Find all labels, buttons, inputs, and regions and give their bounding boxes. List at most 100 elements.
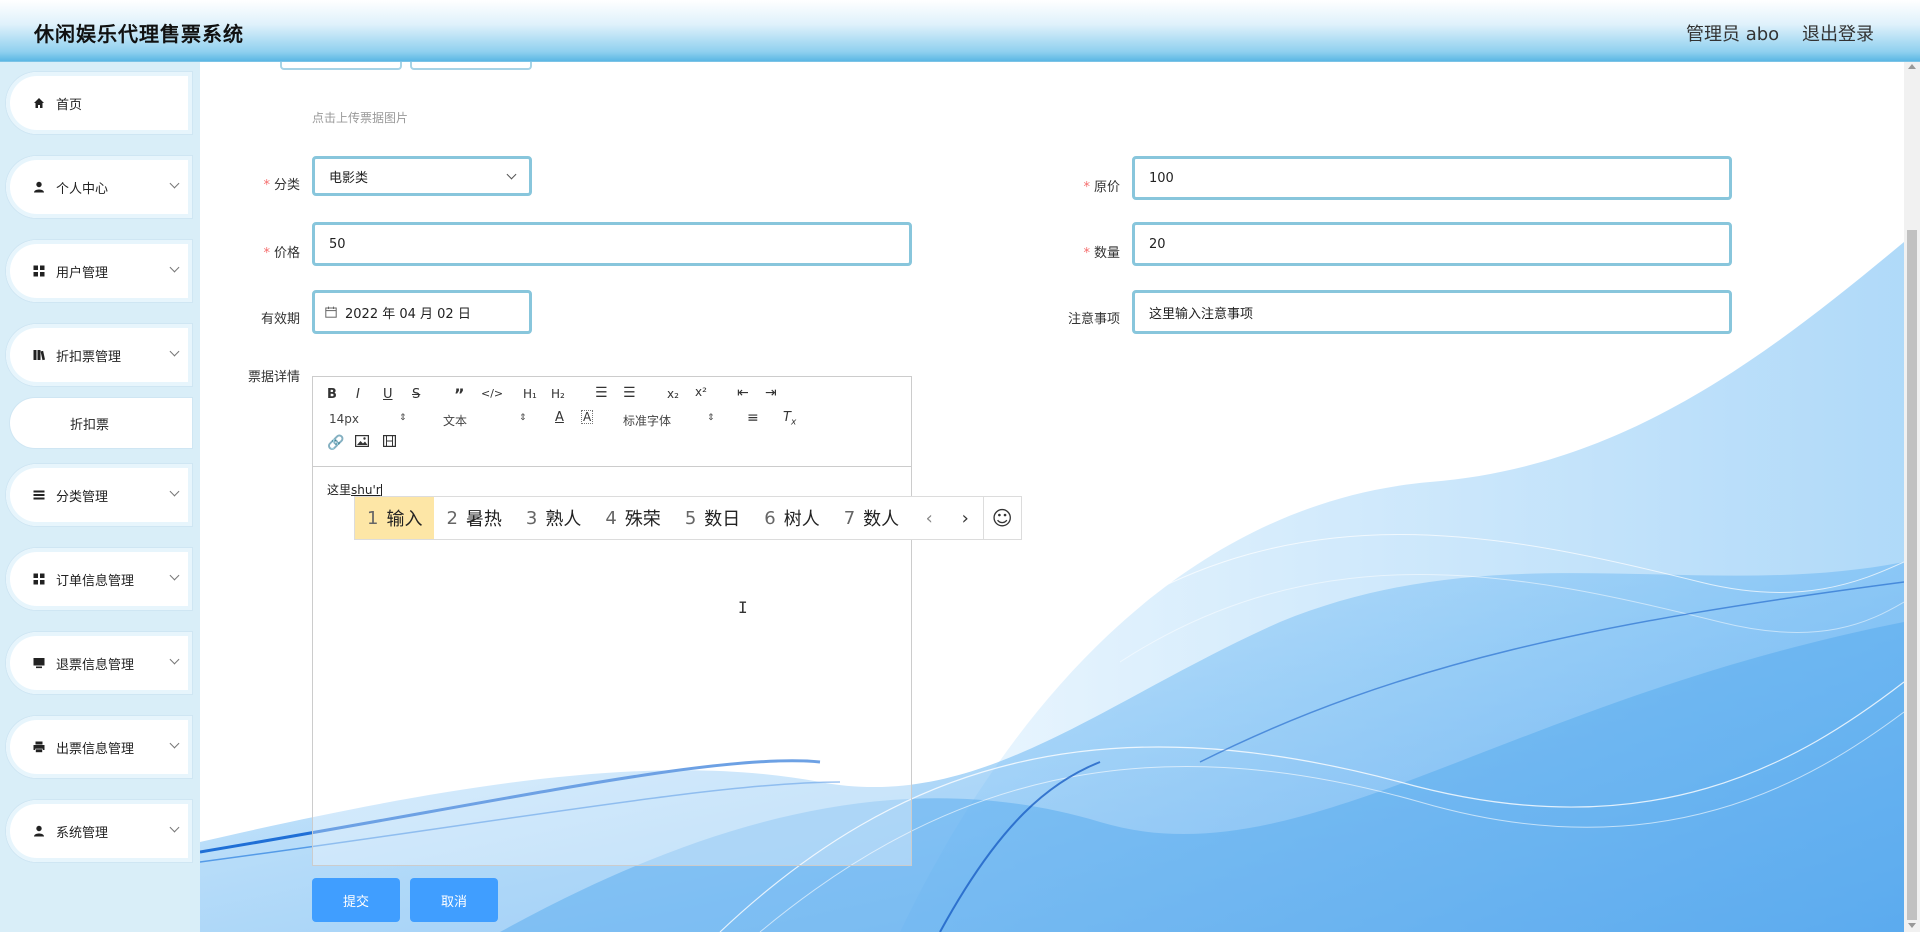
printer-icon (32, 740, 46, 754)
indent-icon[interactable]: ⇥ (765, 385, 777, 401)
required-mark: * (1083, 246, 1090, 261)
sidebar-item-label: 分类管理 (56, 489, 109, 505)
validity-date-picker[interactable]: 2022 年 04 月 02 日 (312, 290, 532, 334)
sidebar-item-category-management[interactable]: 分类管理 (6, 464, 192, 526)
required-mark: * (263, 178, 270, 193)
rich-text-editor[interactable]: B I U S ” </> H₁ H₂ ☰ ☰ x₂ x² ⇤ ⇥ 14px ⇕… (312, 376, 912, 866)
logout-link[interactable]: 退出登录 (1802, 20, 1874, 46)
sidebar-item-personal-center[interactable]: 个人中心 (6, 156, 192, 218)
chevron-down-icon (169, 654, 180, 665)
heading-2-icon[interactable]: H₂ (551, 387, 565, 401)
clear-format-icon[interactable]: Tx (783, 410, 796, 428)
submit-button[interactable]: 提交 (312, 878, 400, 922)
price-input[interactable]: 50 (312, 222, 912, 266)
sidebar-item-label: 订单信息管理 (56, 573, 135, 589)
category-label: * 分类 (263, 178, 300, 193)
notes-label: 注意事项 (1067, 312, 1120, 327)
sidebar-item-issue-management[interactable]: 出票信息管理 (6, 716, 192, 778)
ime-candidate[interactable]: 2 暑热 (434, 497, 513, 539)
sidebar-item-user-management[interactable]: 用户管理 (6, 240, 192, 302)
up-down-arrow-icon: ⇕ (519, 413, 527, 423)
sidebar-item-home[interactable]: 首页 (6, 72, 192, 134)
required-mark: * (263, 246, 270, 261)
chevron-right-icon[interactable]: › (947, 497, 983, 539)
notes-input[interactable]: 这里输入注意事项 (1132, 290, 1732, 334)
sidebar: 首页 个人中心 用户管理 折扣票管理 折扣票 分类管理 订单信息管理 退票信息管… (0, 62, 200, 932)
book-icon (32, 348, 46, 362)
chevron-down-icon (169, 262, 180, 273)
sidebar-item-label: 折扣票管理 (56, 349, 122, 365)
sidebar-item-label: 系统管理 (56, 825, 109, 841)
sidebar-item-discount-ticket-management[interactable]: 折扣票管理 (6, 324, 192, 386)
sidebar-item-label: 用户管理 (56, 265, 109, 281)
superscript-icon[interactable]: x² (695, 385, 707, 399)
details-label: 票据详情 (247, 370, 300, 385)
align-left-icon[interactable]: ≡ (747, 410, 759, 426)
upload-hint: 点击上传票据图片 (312, 111, 409, 125)
editor-toolbar: B I U S ” </> H₁ H₂ ☰ ☰ x₂ x² ⇤ ⇥ 14px ⇕… (313, 377, 911, 467)
link-icon[interactable]: 🔗 (327, 435, 344, 451)
image-icon[interactable] (355, 435, 370, 451)
ime-candidate[interactable]: 4 殊荣 (593, 497, 672, 539)
quantity-label: * 数量 (1083, 246, 1120, 261)
user-settings-icon (32, 824, 46, 838)
sidebar-item-order-management[interactable]: 订单信息管理 (6, 548, 192, 610)
required-mark: * (1083, 180, 1090, 195)
upload-image-slot[interactable] (280, 62, 402, 70)
sidebar-item-label: 出票信息管理 (56, 741, 135, 757)
sidebar-subitem-discount-ticket[interactable]: 折扣票 (10, 398, 192, 448)
heading-1-icon[interactable]: H₁ (523, 387, 537, 401)
outdent-icon[interactable]: ⇤ (737, 385, 749, 401)
chevron-down-icon (506, 169, 517, 180)
ime-candidate[interactable]: 5 数日 (673, 497, 752, 539)
emoji-icon[interactable]: ☺ (984, 497, 1020, 539)
ordered-list-icon[interactable]: ☰ (595, 385, 608, 401)
bold-icon[interactable]: B (327, 387, 337, 402)
upload-image-slot[interactable] (410, 62, 532, 70)
page-scrollbar[interactable] (1904, 62, 1920, 932)
mouse-text-cursor-icon: I (738, 598, 748, 617)
validity-label: 有效期 (260, 312, 300, 327)
admin-user-label: 管理员 abo (1686, 24, 1780, 45)
sidebar-item-refund-management[interactable]: 退票信息管理 (6, 632, 192, 694)
ime-candidate-bar: 1 输入 2 暑热 3 熟人 4 殊荣 5 数日 6 树人 7 数人 ‹ › ☺ (354, 496, 1022, 540)
top-header: 休闲娱乐代理售票系统 管理员 abo 退出登录 (0, 0, 1920, 62)
calendar-icon (325, 306, 337, 318)
subscript-icon[interactable]: x₂ (667, 387, 679, 401)
grid-icon (32, 572, 46, 586)
chevron-left-icon[interactable]: ‹ (911, 497, 947, 539)
chevron-down-icon (169, 486, 180, 497)
ime-candidate[interactable]: 6 树人 (752, 497, 831, 539)
app-title: 休闲娱乐代理售票系统 (34, 22, 244, 46)
blockquote-icon[interactable]: ” (454, 385, 465, 404)
chevron-down-icon (169, 178, 180, 189)
italic-icon[interactable]: I (356, 387, 360, 402)
ime-candidate[interactable]: 7 数人 (832, 497, 911, 539)
up-down-arrow-icon: ⇕ (707, 413, 715, 423)
font-family-select[interactable]: 标准字体 ⇕ (623, 412, 715, 429)
video-icon[interactable] (383, 435, 397, 451)
ime-candidate[interactable]: 3 熟人 (514, 497, 593, 539)
text-type-select[interactable]: 文本 ⇕ (443, 412, 527, 429)
ime-composition-text: shu'r (351, 483, 381, 497)
background-color-icon[interactable]: A (581, 410, 594, 424)
original-price-input[interactable]: 100 (1132, 156, 1732, 200)
code-block-icon[interactable]: </> (481, 387, 503, 400)
scrollbar-thumb[interactable] (1907, 230, 1917, 920)
quantity-input[interactable]: 20 (1132, 222, 1732, 266)
bullet-list-icon[interactable]: ☰ (623, 385, 636, 401)
list-icon (32, 488, 46, 502)
font-color-icon[interactable]: A (555, 410, 564, 425)
font-size-select[interactable]: 14px ⇕ (329, 412, 409, 426)
chevron-down-icon (169, 570, 180, 581)
scroll-down-arrow-icon[interactable] (1908, 923, 1916, 928)
category-select[interactable]: 电影类 (312, 156, 532, 196)
scroll-up-arrow-icon[interactable] (1908, 64, 1916, 69)
original-price-label: * 原价 (1083, 180, 1120, 195)
sidebar-subitem-label: 折扣票 (70, 417, 110, 433)
ime-candidate[interactable]: 1 输入 (355, 497, 435, 539)
underline-icon[interactable]: U (383, 387, 393, 402)
sidebar-item-system-management[interactable]: 系统管理 (6, 800, 192, 862)
strikethrough-icon[interactable]: S (412, 387, 420, 402)
cancel-button[interactable]: 取消 (410, 878, 498, 922)
